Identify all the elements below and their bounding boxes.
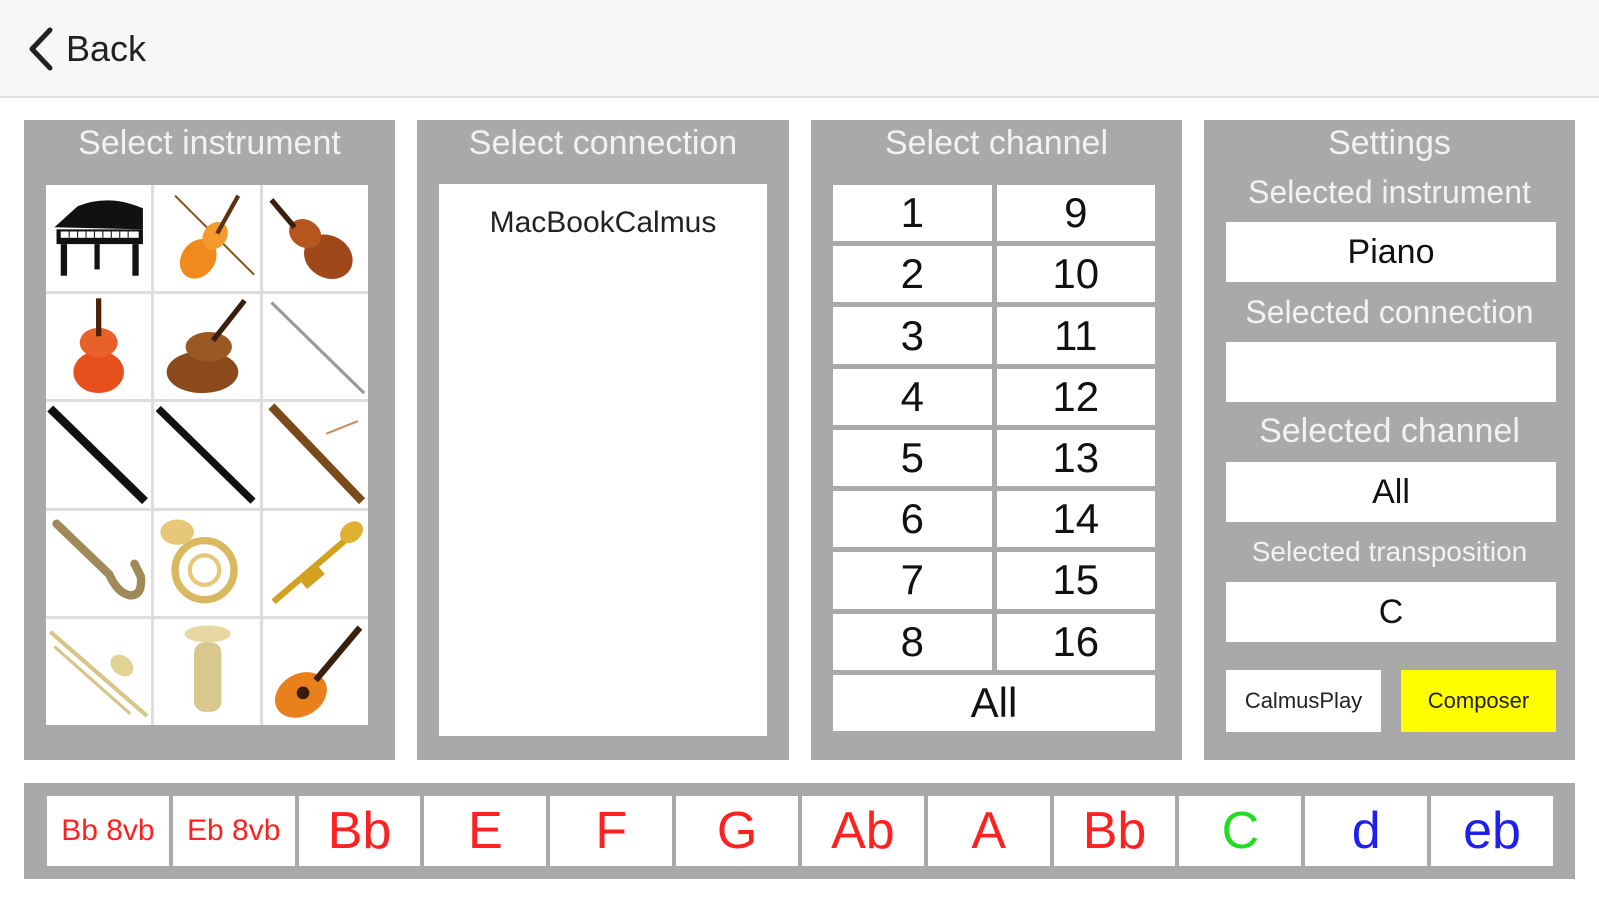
bassoon-icon [268, 403, 365, 505]
transposition-button-bb-8vb[interactable]: Bb 8vb [47, 796, 169, 866]
instrument-cell-flute[interactable] [262, 293, 368, 400]
back-label: Back [66, 28, 147, 69]
channel-panel-title: Select channel [884, 124, 1109, 162]
transposition-button-e[interactable]: E [424, 796, 547, 866]
instrument-cell-violin-bow[interactable] [154, 185, 260, 291]
selected-channel-label: Selected channel [1259, 412, 1520, 450]
chevron-left-icon [29, 27, 53, 71]
transposition-button-d[interactable]: d [1305, 796, 1428, 866]
piano-icon [54, 200, 143, 276]
transposition-button-f[interactable]: F [550, 796, 673, 866]
selected-instrument-value: Piano [1226, 222, 1556, 282]
transposition-button-bb[interactable]: Bb [298, 796, 421, 866]
viola-icon [73, 297, 124, 393]
instrument-cell-guitar[interactable] [262, 619, 368, 725]
connection-list: MacBookCalmus [439, 184, 767, 736]
trombone-icon [48, 630, 149, 719]
saxophone-icon [52, 519, 146, 600]
channel-button-8[interactable]: 8 [833, 613, 992, 670]
violin-bow-icon [174, 194, 256, 279]
clarinet-icon [47, 405, 148, 505]
channel-button-all[interactable]: All [833, 674, 1155, 731]
instrument-cell-trumpet[interactable] [262, 510, 368, 617]
channel-button-1[interactable]: 1 [833, 185, 992, 242]
instrument-cell-trombone[interactable] [46, 619, 152, 725]
channel-button-13[interactable]: 13 [996, 429, 1155, 487]
selected-transposition-value: C [1226, 582, 1556, 642]
transposition-button-a[interactable]: A [927, 796, 1050, 866]
transposition-bar: Bb 8vb Eb 8vb Bb E F G Ab A Bb C d eb [24, 783, 1575, 879]
selected-connection-value [1226, 342, 1556, 402]
transposition-button-g[interactable]: G [676, 796, 798, 866]
cello-icon [166, 298, 247, 393]
oboe-icon [155, 406, 256, 504]
channel-button-16[interactable]: 16 [996, 613, 1155, 670]
channel-grid: 1 9 2 10 3 11 4 12 5 13 6 14 7 15 8 16 A… [833, 185, 1155, 731]
transposition-button-ab[interactable]: Ab [801, 796, 924, 866]
channel-button-7[interactable]: 7 [833, 552, 992, 609]
channel-panel: Select channel 1 9 2 10 3 11 4 12 5 13 6… [811, 120, 1182, 760]
channel-button-10[interactable]: 10 [996, 246, 1155, 303]
channel-button-15[interactable]: 15 [996, 552, 1155, 609]
instrument-cell-french-horn[interactable] [154, 510, 260, 617]
channel-button-5[interactable]: 5 [833, 429, 992, 487]
settings-panel-title: Settings [1328, 124, 1451, 162]
connection-panel: Select connection MacBookCalmus [417, 120, 789, 760]
channel-button-11[interactable]: 11 [996, 307, 1155, 364]
tuba-icon [184, 625, 232, 713]
transposition-button-bb-2[interactable]: Bb [1053, 796, 1176, 866]
instrument-panel: Select instrument [24, 120, 395, 760]
calmusplay-button[interactable]: CalmusPlay [1226, 670, 1381, 732]
instrument-cell-tuba[interactable] [154, 619, 260, 725]
back-button[interactable]: Back [26, 22, 146, 76]
transposition-button-c[interactable]: C [1179, 796, 1302, 866]
selected-transposition-label: Selected transposition [1251, 536, 1528, 567]
transposition-button-eb-8vb[interactable]: Eb 8vb [172, 796, 295, 866]
connection-item[interactable]: MacBookCalmus [439, 206, 767, 240]
instrument-cell-piano[interactable] [46, 185, 152, 291]
selected-channel-value: All [1226, 462, 1556, 522]
selected-instrument-label: Selected instrument [1248, 174, 1531, 210]
instrument-cell-bassoon[interactable] [262, 402, 368, 508]
instrument-cell-saxophone[interactable] [46, 510, 152, 617]
channel-button-3[interactable]: 3 [833, 307, 992, 364]
channel-button-12[interactable]: 12 [996, 368, 1155, 425]
channel-button-6[interactable]: 6 [833, 491, 992, 548]
transposition-button-row: Bb 8vb Eb 8vb Bb E F G Ab A Bb C d eb [47, 796, 1553, 866]
channel-button-4[interactable]: 4 [833, 368, 992, 425]
settings-panel: Settings Selected instrument Piano Selec… [1204, 120, 1575, 760]
connection-panel-title: Select connection [468, 124, 738, 162]
composer-button[interactable]: Composer [1401, 670, 1556, 732]
channel-button-14[interactable]: 14 [996, 491, 1155, 548]
navigation-bar: Back [0, 0, 1599, 98]
guitar-icon [274, 625, 362, 719]
transposition-button-eb[interactable]: eb [1431, 796, 1553, 866]
instrument-cell-viola[interactable] [46, 293, 152, 400]
flute-icon [269, 301, 365, 394]
selected-connection-label: Selected connection [1245, 294, 1534, 330]
instrument-panel-title: Select instrument [78, 124, 341, 162]
trumpet-icon [271, 521, 363, 604]
instrument-cell-violin[interactable] [262, 185, 368, 291]
instrument-grid [46, 185, 368, 725]
instrument-cell-oboe[interactable] [154, 402, 260, 508]
instrument-cell-clarinet[interactable] [46, 402, 152, 508]
french-horn-icon [160, 519, 239, 604]
instrument-cell-cello[interactable] [154, 293, 260, 400]
channel-button-9[interactable]: 9 [996, 185, 1155, 242]
channel-button-2[interactable]: 2 [833, 246, 992, 303]
violin-icon [269, 198, 353, 279]
